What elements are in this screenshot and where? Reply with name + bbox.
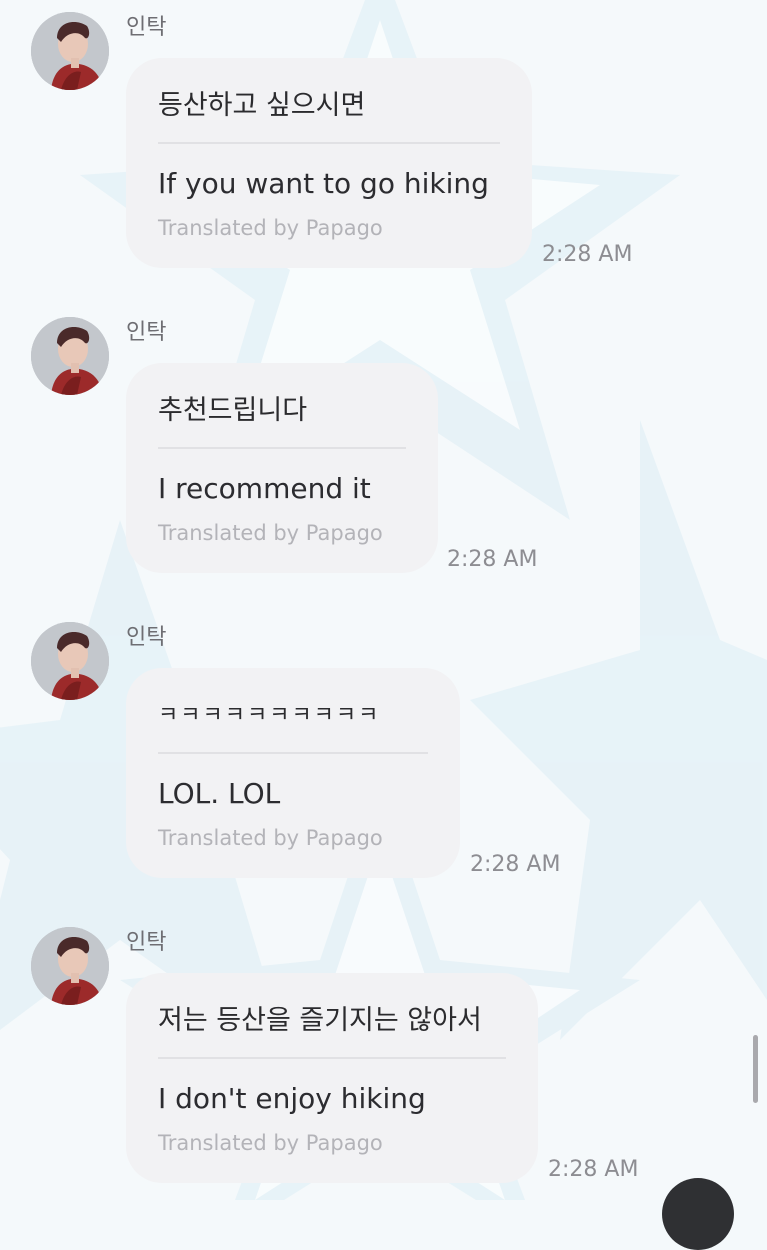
message-bubble[interactable]: ㅋㅋㅋㅋㅋㅋㅋㅋㅋㅋ LOL. LOL Translated by Papago	[126, 668, 460, 878]
translation-credit: Translated by Papago	[158, 826, 383, 850]
message-bubble[interactable]: 추천드립니다 I recommend it Translated by Papa…	[126, 363, 438, 573]
message-row: 인탁 등산하고 싶으시면 If you want to go hiking Tr…	[0, 12, 767, 272]
translation-divider	[158, 142, 500, 144]
sender-name: 인탁	[126, 320, 167, 345]
translated-text: I don't enjoy hiking	[158, 1082, 426, 1115]
translated-text: LOL. LOL	[158, 777, 281, 810]
avatar-photo	[31, 12, 109, 90]
scrollbar[interactable]	[753, 1035, 758, 1103]
message-timestamp: 2:28 AM	[470, 852, 561, 877]
sender-name: 인탁	[126, 930, 167, 955]
translation-divider	[158, 1057, 506, 1059]
original-text: 등산하고 싶으시면	[158, 90, 366, 121]
message-row: 인탁 ㅋㅋㅋㅋㅋㅋㅋㅋㅋㅋ LOL. LOL Translated by Pap…	[0, 622, 767, 882]
translation-credit: Translated by Papago	[158, 1131, 383, 1155]
avatar-photo	[31, 927, 109, 1005]
message-bubble[interactable]: 저는 등산을 즐기지는 않아서 I don't enjoy hiking Tra…	[126, 973, 538, 1183]
translated-text: If you want to go hiking	[158, 167, 489, 200]
translation-divider	[158, 752, 428, 754]
original-text: 저는 등산을 즐기지는 않아서	[158, 1005, 482, 1036]
avatar-photo	[31, 622, 109, 700]
message-row: 인탁 추천드립니다 I recommend it Translated by P…	[0, 317, 767, 577]
message-timestamp: 2:28 AM	[447, 547, 538, 572]
original-text: 추천드립니다	[158, 395, 308, 426]
translation-credit: Translated by Papago	[158, 216, 383, 240]
sender-name: 인탁	[126, 15, 167, 40]
translated-text: I recommend it	[158, 472, 371, 505]
message-timestamp: 2:28 AM	[548, 1157, 639, 1182]
avatar[interactable]	[31, 12, 109, 90]
avatar[interactable]	[31, 317, 109, 395]
message-bubble[interactable]: 등산하고 싶으시면 If you want to go hiking Trans…	[126, 58, 532, 268]
avatar-photo	[31, 317, 109, 395]
original-text: ㅋㅋㅋㅋㅋㅋㅋㅋㅋㅋ	[158, 703, 381, 728]
scroll-down-button[interactable]	[662, 1178, 734, 1250]
message-timestamp: 2:28 AM	[542, 242, 633, 267]
translation-divider	[158, 447, 406, 449]
avatar[interactable]	[31, 927, 109, 1005]
sender-name: 인탁	[126, 625, 167, 650]
avatar[interactable]	[31, 622, 109, 700]
message-row: 인탁 저는 등산을 즐기지는 않아서 I don't enjoy hiking …	[0, 927, 767, 1187]
translation-credit: Translated by Papago	[158, 521, 383, 545]
